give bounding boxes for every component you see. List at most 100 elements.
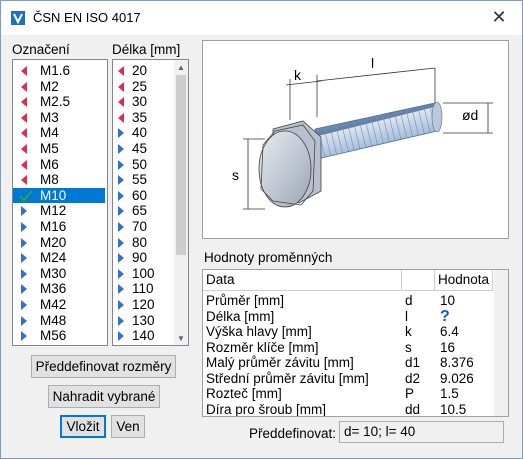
list-item[interactable]: M36 bbox=[13, 281, 105, 297]
header-value[interactable]: Hodnota bbox=[435, 270, 493, 290]
predefine-dimensions-button[interactable]: Předdefinovat rozměry bbox=[31, 355, 176, 378]
cell-name: Díra pro šroub [mm] bbox=[206, 401, 327, 417]
cell-name: Průměr [mm] bbox=[206, 293, 285, 308]
list-item[interactable]: 120 bbox=[113, 297, 173, 313]
list-item[interactable]: M30 bbox=[13, 266, 105, 282]
table-row[interactable]: Malý průměr závitu [mm] d1 8.376 bbox=[203, 355, 493, 371]
cell-name: Délka [mm] bbox=[206, 308, 275, 324]
list-item[interactable]: 150 bbox=[113, 344, 173, 345]
cell-symbol: d bbox=[405, 293, 413, 308]
header-symbol[interactable] bbox=[402, 270, 435, 290]
table-scrollbar[interactable] bbox=[494, 270, 508, 416]
list-item[interactable]: M6 bbox=[13, 157, 105, 173]
list-item[interactable]: M64 bbox=[13, 344, 105, 345]
list-item[interactable]: 140 bbox=[113, 328, 173, 344]
arrow-right-icon bbox=[116, 205, 126, 217]
replace-selected-button[interactable]: Nahradit vybrané bbox=[48, 385, 160, 408]
table-row[interactable]: Délka [mm] l? bbox=[203, 308, 493, 325]
list-item[interactable]: M10 bbox=[13, 187, 105, 204]
list-item[interactable]: 60 bbox=[113, 188, 173, 204]
cell-value[interactable]: 10 bbox=[440, 293, 455, 309]
arrow-right-icon bbox=[19, 205, 29, 217]
insert-button[interactable]: Vložit bbox=[60, 415, 106, 438]
list-item[interactable]: M12 bbox=[13, 203, 105, 219]
list-item-label: M2 bbox=[40, 78, 59, 94]
cell-value[interactable]: ? bbox=[440, 308, 450, 325]
list-item[interactable]: M48 bbox=[13, 313, 105, 329]
scroll-down-icon[interactable]: ▼ bbox=[174, 331, 188, 345]
list-item-label: M10 bbox=[40, 187, 67, 203]
list-item[interactable]: 45 bbox=[113, 141, 173, 157]
header-data[interactable]: Data bbox=[203, 270, 402, 290]
arrow-right-icon bbox=[19, 315, 29, 327]
arrow-right-icon bbox=[19, 299, 29, 311]
list-item[interactable]: M24 bbox=[13, 250, 105, 266]
list-item[interactable]: M42 bbox=[13, 297, 105, 313]
list-item[interactable]: 55 bbox=[113, 172, 173, 188]
list-item[interactable]: M4 bbox=[13, 125, 105, 141]
table-row[interactable]: Průměr [mm] d 10 bbox=[203, 293, 493, 309]
list-item[interactable]: M16 bbox=[13, 219, 105, 235]
cell-name: Výška hlavy [mm] bbox=[206, 324, 312, 339]
length-scrollbar[interactable]: ▲ ▼ bbox=[174, 60, 188, 345]
list-item[interactable]: M2.5 bbox=[13, 94, 105, 110]
list-item[interactable]: 130 bbox=[113, 313, 173, 329]
list-item-label: M24 bbox=[40, 250, 67, 266]
cell-value[interactable]: 9.026 bbox=[440, 371, 474, 387]
cell-symbol: dd bbox=[405, 401, 421, 417]
list-item-label: M2.5 bbox=[40, 94, 71, 110]
table-row[interactable]: Rozměr klíče [mm] s 16 bbox=[203, 340, 493, 356]
arrow-left-icon bbox=[116, 96, 126, 108]
values-section-title: Hodnoty proměnných bbox=[204, 250, 333, 265]
list-item[interactable]: M56 bbox=[13, 328, 105, 344]
length-list[interactable]: ▲ ▼ 20 25 30 35 40 45 50 55 60 65 70 80 90 100 110 120 1… bbox=[112, 59, 189, 346]
table-row[interactable]: Díra pro šroub [mm] dd 10.5 bbox=[203, 401, 493, 417]
scroll-up-icon[interactable]: ▲ bbox=[174, 60, 188, 74]
table-row[interactable]: Střední průměr závitu [mm] d2 9.026 bbox=[203, 371, 493, 387]
list-item[interactable]: 90 bbox=[113, 250, 173, 266]
cell-value[interactable]: 6.4 bbox=[440, 324, 459, 340]
close-button[interactable]: ✕ bbox=[476, 1, 522, 33]
list-item[interactable]: 30 bbox=[113, 94, 173, 110]
list-item[interactable]: M2 bbox=[13, 79, 105, 95]
list-item[interactable]: M8 bbox=[13, 172, 105, 188]
list-item[interactable]: 35 bbox=[113, 110, 173, 126]
table-header: Data Hodnota bbox=[203, 270, 508, 291]
arrow-right-icon bbox=[116, 237, 126, 249]
length-label: Délka [mm] bbox=[112, 42, 181, 57]
list-item[interactable]: 20 bbox=[113, 63, 173, 79]
cell-value[interactable]: 1.5 bbox=[440, 386, 459, 402]
list-item-label: M64 bbox=[40, 344, 66, 345]
arrow-left-icon bbox=[116, 81, 126, 93]
list-item[interactable]: M1.6 bbox=[13, 63, 105, 79]
list-item-label: M20 bbox=[40, 234, 67, 250]
scroll-thumb[interactable] bbox=[176, 75, 186, 255]
table-row[interactable]: Výška hlavy [mm] k 6.4 bbox=[203, 324, 493, 340]
list-item[interactable]: 40 bbox=[113, 125, 173, 141]
cell-value[interactable]: 16 bbox=[440, 340, 455, 356]
values-table[interactable]: Data Hodnota Průměr [mm] d 10 Délka [mm] l? V… bbox=[202, 269, 509, 417]
dialog-window: ČSN EN ISO 4017 ✕ Označení M1.6 M2 M2.5 M3 M… bbox=[0, 0, 523, 459]
list-item[interactable]: 65 bbox=[113, 203, 173, 219]
arrow-left-icon bbox=[19, 127, 29, 139]
list-item[interactable]: 110 bbox=[113, 281, 173, 297]
dim-l-label: l bbox=[371, 55, 375, 71]
list-item-label: M16 bbox=[40, 219, 67, 234]
list-item[interactable]: 70 bbox=[113, 219, 173, 235]
list-item[interactable]: 25 bbox=[113, 79, 173, 95]
list-item[interactable]: 100 bbox=[113, 266, 173, 282]
designation-list[interactable]: M1.6 M2 M2.5 M3 M4 M5 M6 M8 M10 M12 M16 M20 M24 M30 M3… bbox=[12, 59, 108, 346]
list-item[interactable]: 50 bbox=[113, 157, 173, 173]
arrow-right-icon bbox=[19, 330, 29, 342]
cell-symbol: d1 bbox=[405, 355, 421, 370]
arrow-left-icon bbox=[19, 65, 29, 77]
list-item[interactable]: M20 bbox=[13, 235, 105, 251]
table-row[interactable]: Rozteč [mm] P 1.5 bbox=[203, 386, 493, 402]
cell-value[interactable]: 10.5 bbox=[440, 402, 466, 417]
list-item[interactable]: 80 bbox=[113, 235, 173, 251]
list-item-label: M30 bbox=[40, 265, 67, 281]
list-item[interactable]: M5 bbox=[13, 141, 105, 157]
list-item[interactable]: M3 bbox=[13, 110, 105, 126]
cell-value[interactable]: 8.376 bbox=[440, 355, 474, 371]
out-button[interactable]: Ven bbox=[111, 415, 145, 438]
